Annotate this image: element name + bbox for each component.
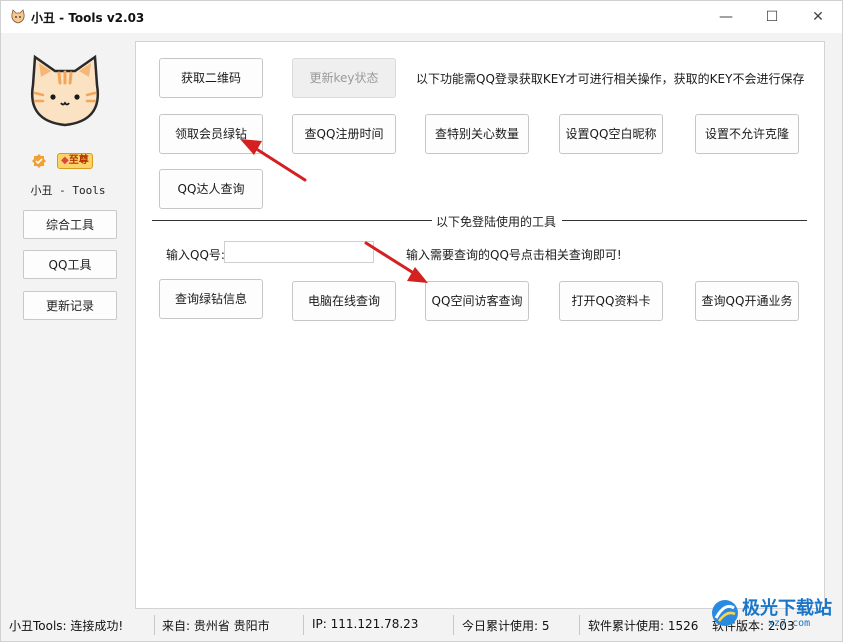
open-qq-profile-card-button[interactable]: 打开QQ资料卡 (559, 281, 663, 321)
nav-general-tools-button[interactable]: 综合工具 (23, 210, 117, 239)
status-separator (154, 615, 155, 635)
nav-update-log-button[interactable]: 更新记录 (23, 291, 117, 320)
minimize-button[interactable]: — (703, 1, 749, 33)
badges: ◆至尊 (31, 153, 107, 169)
claim-green-diamond-button[interactable]: 领取会员绿钻 (159, 114, 263, 154)
login-notice: 以下功能需QQ登录获取KEY才可进行相关操作，获取的KEY不会进行保存 (416, 72, 805, 86)
title-bar: 小丑 - Tools v2.03 — ☐ ✕ (1, 1, 842, 33)
qq-input-label: 输入QQ号: (166, 248, 225, 262)
divider-left (152, 220, 432, 221)
app-name: 小丑 - Tools (30, 184, 106, 197)
window-title: 小丑 - Tools v2.03 (31, 11, 145, 25)
status-separator (303, 615, 304, 635)
vip-badge: ◆至尊 (57, 153, 93, 169)
qq-register-time-button[interactable]: 查QQ注册时间 (292, 114, 396, 154)
get-qrcode-button[interactable]: 获取二维码 (159, 58, 263, 98)
main-panel: 获取二维码 更新key状态 以下功能需QQ登录获取KEY才可进行相关操作，获取的… (135, 41, 825, 609)
set-blank-nickname-button[interactable]: 设置QQ空白昵称 (559, 114, 663, 154)
qzone-visitor-query-button[interactable]: QQ空间访客查询 (425, 281, 529, 321)
status-separator (579, 615, 580, 635)
qq-number-input[interactable] (224, 241, 374, 263)
qq-input-hint: 输入需要查询的QQ号点击相关查询即可! (406, 248, 622, 262)
status-separator (453, 615, 454, 635)
cat-avatar (30, 54, 100, 127)
maximize-button[interactable]: ☐ (749, 1, 795, 33)
verified-icon (32, 154, 46, 168)
divider-right (562, 220, 807, 221)
cat-app-icon (11, 9, 25, 24)
aurora-logo-icon (712, 600, 738, 626)
status-ip: IP: 111.121.78.23 (312, 617, 419, 631)
watermark-text: 极光下载站 (742, 598, 832, 619)
divider-label: 以下免登陆使用的工具 (436, 215, 557, 229)
watermark-sub: xz7.com (768, 618, 811, 629)
update-key-button[interactable]: 更新key状态 (292, 58, 396, 98)
status-today-usage: 今日累计使用: 5 (462, 619, 550, 633)
status-total-usage: 软件累计使用: 1526 (588, 619, 699, 633)
diamond-icon: ◆ (61, 155, 69, 166)
disallow-clone-button[interactable]: 设置不允许克隆 (695, 114, 799, 154)
pc-online-query-button[interactable]: 电脑在线查询 (292, 281, 396, 321)
app-window: 小丑 - Tools v2.03 — ☐ ✕ ◆至尊 小丑 - Tools 综合 (0, 0, 843, 642)
status-location: 来自: 贵州省 贵阳市 (162, 619, 270, 633)
status-connection: 小丑Tools: 连接成功! (9, 619, 124, 633)
qq-expert-query-button[interactable]: QQ达人查询 (159, 169, 263, 209)
watermark: 极光下载站 xz7.com (708, 592, 843, 642)
vip-badge-text: 至尊 (68, 155, 89, 166)
sidebar: ◆至尊 小丑 - Tools 综合工具 QQ工具 更新记录 (1, 33, 135, 607)
qq-services-query-button[interactable]: 查询QQ开通业务 (695, 281, 799, 321)
query-green-diamond-button[interactable]: 查询绿钻信息 (159, 279, 263, 319)
nav-qq-tools-button[interactable]: QQ工具 (23, 250, 117, 279)
special-care-count-button[interactable]: 查特别关心数量 (425, 114, 529, 154)
close-button[interactable]: ✕ (795, 1, 841, 33)
